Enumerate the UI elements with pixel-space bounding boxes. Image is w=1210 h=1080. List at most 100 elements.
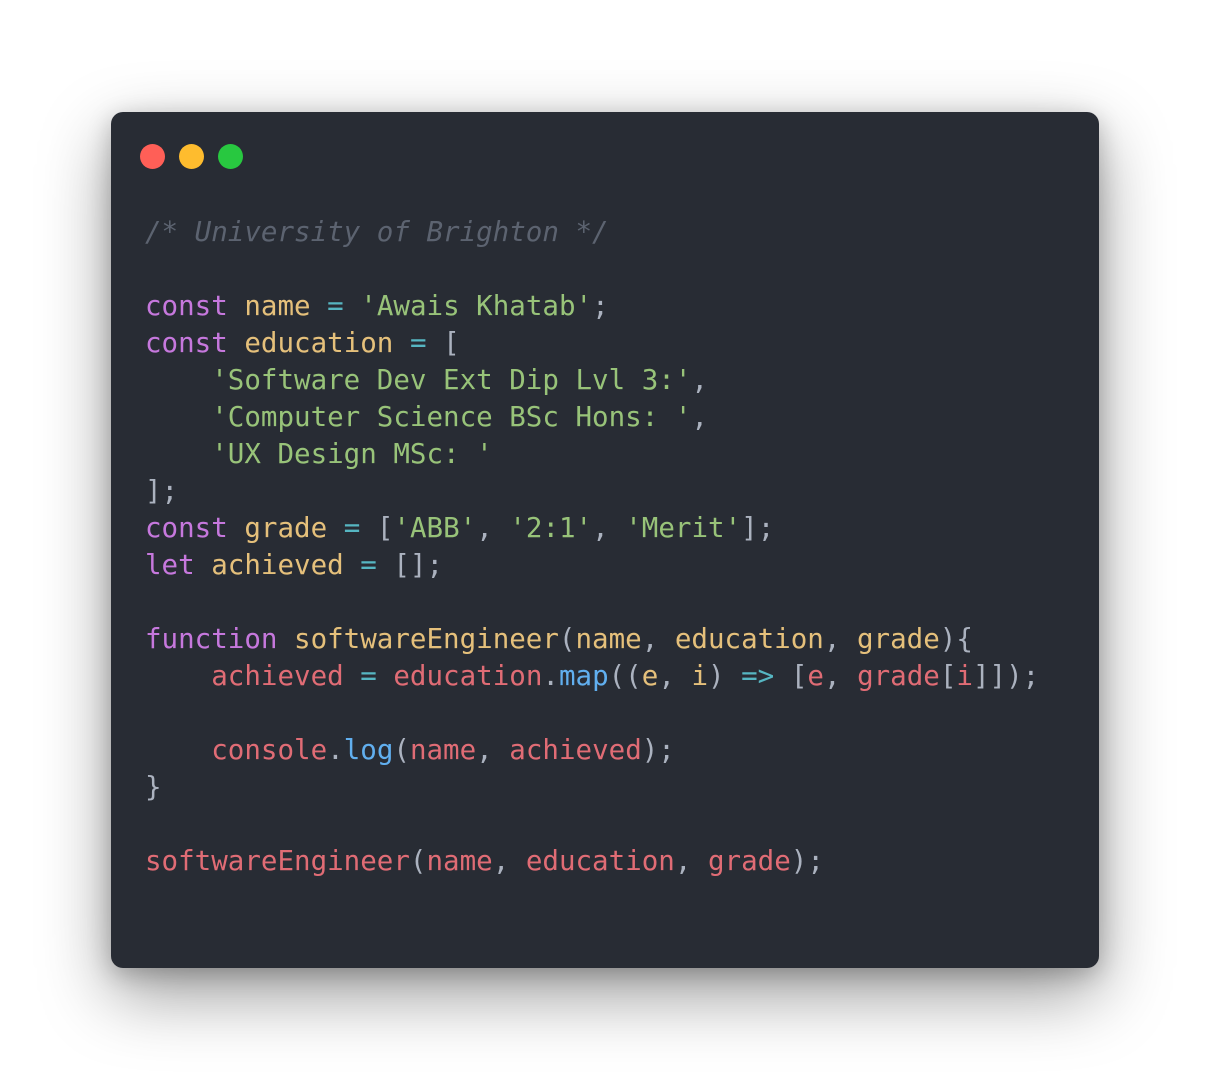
code-token: grade [244,512,328,544]
code-token: 'Software Dev Ext Dip Lvl 3:' [211,364,692,396]
code-token: console [211,734,328,766]
code-token: ]]); [972,660,1040,692]
code-line-4: const education = [ [145,325,1039,362]
code-token: ( [558,623,576,655]
code-line-3: const name = 'Awais Khatab'; [145,288,1039,325]
code-token: ( [409,845,427,877]
code-line-13: achieved = education.map((e, i) => [e, g… [145,658,1039,695]
code-token: . [542,660,559,692]
code-token: grade [707,845,791,877]
code-token: i [691,660,708,692]
code-token: ) [708,660,725,692]
code-token: let [145,549,195,581]
code-token: i [956,660,973,692]
code-token: [ [939,660,957,692]
code-block: /* University of Brighton */ const name =… [145,214,1039,880]
code-window: /* University of Brighton */ const name =… [111,112,1099,968]
code-token: ){ [939,623,973,655]
code-token: = [327,290,344,322]
code-token: , [492,845,526,877]
code-token: name [575,623,642,655]
code-line-12: function softwareEngineer(name, educatio… [145,621,1039,658]
code-token: = [343,512,361,544]
code-token: softwareEngineer [145,845,410,877]
code-token: name [409,734,477,766]
code-token: 'ABB' [393,512,477,544]
code-token: achieved [211,660,344,692]
code-token: ( [393,734,410,766]
code-token: } [145,771,162,803]
code-line-18: softwareEngineer(name, education, grade)… [145,843,1039,880]
code-token: const [145,512,228,544]
code-token: log [343,734,394,766]
code-token: 'Awais Khatab' [360,290,593,322]
code-token: 'Merit' [625,512,742,544]
code-line-10: let achieved = []; [145,547,1039,584]
code-line-7: 'UX Design MSc: ' [145,436,1039,473]
code-token: , [691,364,708,396]
close-dot[interactable] [140,144,165,169]
code-token: education [674,623,824,655]
code-token: , [476,512,510,544]
code-token: achieved [509,734,642,766]
code-token: e [641,660,659,692]
code-line-16: } [145,769,1039,806]
code-line-8: ]; [145,473,1039,510]
window-controls [140,144,243,169]
code-token: = [360,660,377,692]
code-token: /* University of Brighton */ [145,216,609,248]
code-token: ]; [145,475,179,507]
code-token: 'UX Design MSc: ' [211,438,493,470]
code-line-1: /* University of Brighton */ [145,214,1039,251]
code-token: , [823,623,857,655]
code-token: = [360,549,377,581]
code-token: = [409,327,427,359]
code-line-5: 'Software Dev Ext Dip Lvl 3:', [145,362,1039,399]
code-token: grade [857,660,940,692]
code-token: , [658,660,692,692]
code-token: grade [856,623,940,655]
code-token: achieved [211,549,344,581]
code-token: '2:1' [509,512,593,544]
minimize-dot[interactable] [179,144,204,169]
code-token: e [807,660,824,692]
code-token: , [691,401,708,433]
code-token: 'Computer Science BSc Hons: ' [211,401,692,433]
code-token: [ [443,327,460,359]
code-token: education [244,327,394,359]
code-token: []; [393,549,444,581]
code-line-9: const grade = ['ABB', '2:1', 'Merit']; [145,510,1039,547]
code-token: map [558,660,609,692]
zoom-dot[interactable] [218,144,243,169]
code-token: [ [376,512,394,544]
code-token: [ [790,660,808,692]
code-token: ]; [741,512,775,544]
code-token: (( [608,660,642,692]
code-token: education [393,660,543,692]
code-token: . [327,734,344,766]
code-token: , [641,623,675,655]
code-line-6: 'Computer Science BSc Hons: ', [145,399,1039,436]
code-token: , [674,845,708,877]
code-token: ; [592,290,609,322]
